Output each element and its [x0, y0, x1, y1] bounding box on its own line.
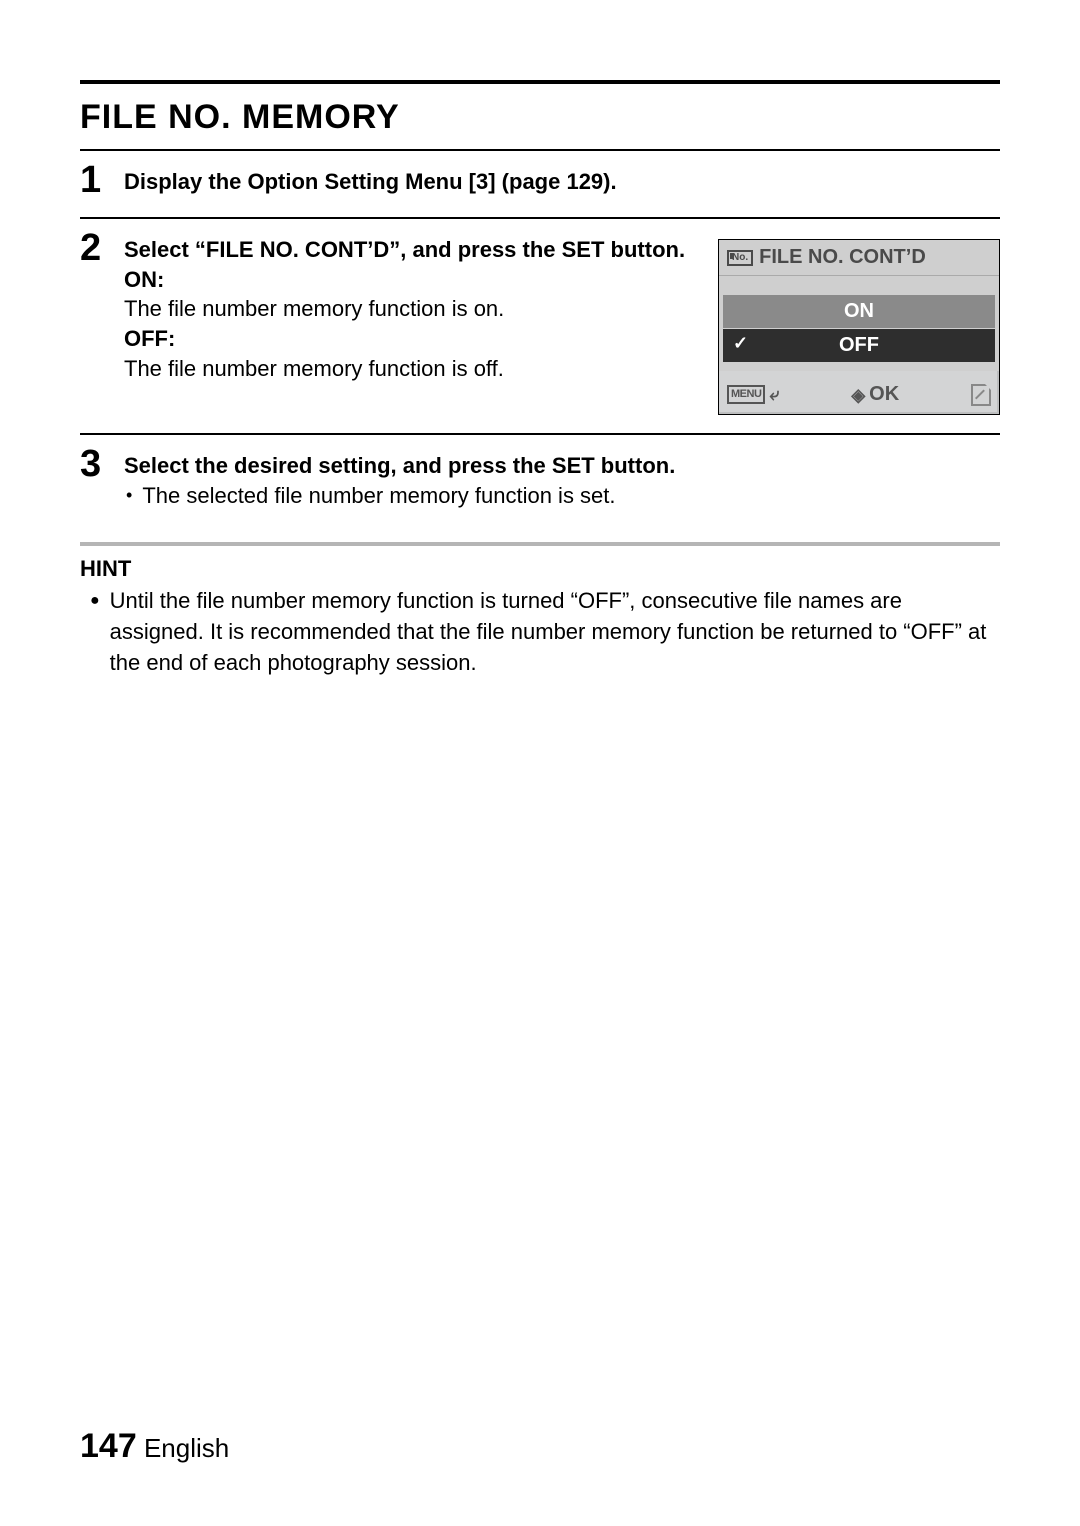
- lcd-title-text: FILE NO. CONT’D: [759, 244, 926, 271]
- step-2: 2 Select “FILE NO. CONT’D”, and press th…: [80, 219, 1000, 433]
- hint-paragraph: ● Until the file number memory function …: [80, 586, 1000, 678]
- step-3-number: 3: [80, 445, 106, 483]
- check-icon: ✓: [733, 331, 748, 355]
- step-2-off-label: OFF:: [124, 324, 700, 354]
- page-language: English: [144, 1433, 229, 1463]
- step-2-on-desc: The file number memory function is on.: [124, 294, 700, 324]
- step-2-number: 2: [80, 229, 106, 267]
- lcd-option-on[interactable]: ON: [723, 295, 995, 328]
- ok-label: OK: [869, 381, 899, 408]
- lcd-footer: MENU ⤶ ◈ OK: [719, 371, 999, 414]
- step-2-lead: Select “FILE NO. CONT’D”, and press the …: [124, 235, 700, 265]
- step-3: 3 Select the desired setting, and press …: [80, 435, 1000, 528]
- step-2-on-label: ON:: [124, 265, 700, 295]
- hint-text: Until the file number memory function is…: [110, 586, 1000, 678]
- step-2-body: Select “FILE NO. CONT’D”, and press the …: [124, 229, 1000, 415]
- lcd-panel: No. FILE NO. CONT’D ON ✓ OFF MENU ⤶: [718, 239, 1000, 415]
- menu-box-icon: MENU: [727, 385, 765, 404]
- step-3-body: Select the desired setting, and press th…: [124, 445, 1000, 510]
- page-number: 147: [80, 1427, 137, 1465]
- step-2-text: Select “FILE NO. CONT’D”, and press the …: [124, 235, 700, 383]
- lcd-title-bar: No. FILE NO. CONT’D: [719, 240, 999, 276]
- page-title: FILE NO. MEMORY: [80, 84, 1000, 149]
- hint-rule: [80, 542, 1000, 546]
- file-no-icon: No.: [727, 250, 753, 266]
- ok-group[interactable]: ◈ OK: [851, 381, 899, 408]
- page-footer: 147 English: [80, 1427, 229, 1466]
- manual-page: FILE NO. MEMORY 1 Display the Option Set…: [0, 0, 1080, 1526]
- hint-label: HINT: [80, 552, 1000, 586]
- lcd-option-off[interactable]: ✓ OFF: [723, 329, 995, 362]
- step-2-off-desc: The file number memory function is off.: [124, 354, 700, 384]
- lcd-options: ON ✓ OFF: [719, 276, 999, 371]
- step-1-number: 1: [80, 161, 106, 199]
- step-3-lead: Select the desired setting, and press th…: [124, 451, 1000, 481]
- step-3-bullet: • The selected file number memory functi…: [124, 481, 1000, 511]
- diamond-icon: ◈: [851, 383, 865, 407]
- back-arrow-icon: ⤶: [769, 382, 779, 406]
- menu-badge[interactable]: MENU ⤶: [727, 382, 779, 406]
- hint-bullet-icon: ●: [90, 586, 100, 678]
- step-1-text: Display the Option Setting Menu [3] (pag…: [124, 161, 1000, 197]
- step-3-bullet-text: The selected file number memory function…: [142, 481, 615, 511]
- sd-card-icon: [971, 384, 991, 406]
- bullet-dot-icon: •: [126, 481, 132, 511]
- step-1: 1 Display the Option Setting Menu [3] (p…: [80, 151, 1000, 217]
- lcd-option-off-label: OFF: [839, 334, 879, 356]
